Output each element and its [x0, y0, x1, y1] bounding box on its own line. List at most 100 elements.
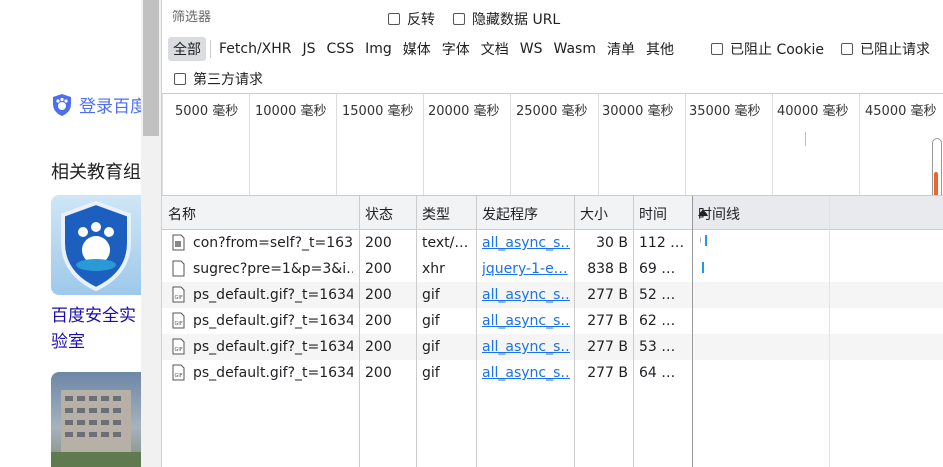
- tick-label: 10000 毫秒: [255, 104, 327, 119]
- checkbox-box[interactable]: [174, 73, 186, 85]
- waterfall-wait: [700, 237, 701, 243]
- table-row[interactable]: GIF ps_default.gif?_t=1634… 200 gif all_…: [162, 334, 943, 360]
- card-title-link[interactable]: 百度安全实验室: [51, 303, 141, 355]
- request-size: 277 B: [587, 365, 628, 381]
- request-initiator-link[interactable]: all_async_s…: [482, 313, 570, 329]
- tick-line: [510, 94, 511, 195]
- checkbox-box[interactable]: [388, 13, 400, 25]
- page-scrollbar-thumb[interactable]: [143, 0, 159, 136]
- type-filter-css[interactable]: CSS: [322, 39, 360, 59]
- request-time: 52 …: [639, 287, 676, 303]
- hide-data-url-checkbox[interactable]: 隐藏数据 URL: [453, 9, 560, 29]
- waterfall-bar: [702, 262, 704, 273]
- request-initiator-link[interactable]: all_async_s…: [482, 287, 570, 303]
- blocked-cookies-checkbox[interactable]: 已阻止 Cookie: [711, 39, 824, 59]
- column-header-size[interactable]: 大小: [574, 196, 633, 230]
- column-divider[interactable]: [574, 196, 575, 467]
- table-row[interactable]: con?from=self?_t=163… 200 text/… all_asy…: [162, 230, 943, 256]
- table-row[interactable]: sugrec?pre=1&p=3&i… 200 xhr jquery-1-e… …: [162, 256, 943, 282]
- request-name: ps_default.gif?_t=1634…: [193, 365, 353, 381]
- sort-ascending-icon[interactable]: [698, 209, 708, 216]
- request-time: 62 …: [639, 313, 676, 329]
- column-header-label: 类型: [422, 207, 450, 223]
- request-table: 名称 状态 类型 发起程序 大小 时间 时间线 con?from=self?_t…: [162, 196, 943, 467]
- table-row[interactable]: GIF ps_default.gif?_t=1634… 200 gif all_…: [162, 360, 943, 386]
- overview-marker: [805, 132, 806, 146]
- page-scrollbar[interactable]: [141, 0, 161, 467]
- column-divider[interactable]: [359, 196, 360, 467]
- third-party-label: 第三方请求: [193, 72, 263, 88]
- type-filter-font[interactable]: 字体: [437, 37, 475, 61]
- type-filter-img[interactable]: Img: [360, 39, 397, 59]
- webpage-panel: 登录百度 相关教育组织 百度安全实验室: [0, 0, 141, 467]
- column-header-label: 发起程序: [482, 207, 538, 223]
- tick-label: 35000 毫秒: [689, 104, 761, 119]
- request-size: 277 B: [587, 287, 628, 303]
- checkbox-box[interactable]: [453, 13, 465, 25]
- request-status: 200: [365, 261, 392, 277]
- column-header-type[interactable]: 类型: [416, 196, 476, 230]
- type-filter-doc[interactable]: 文档: [476, 37, 514, 61]
- column-header-label: 状态: [365, 207, 393, 223]
- type-filter-fetch-xhr[interactable]: Fetch/XHR: [214, 39, 297, 59]
- overview-scrollbar[interactable]: [932, 138, 942, 195]
- tick-label: 20000 毫秒: [428, 104, 500, 119]
- request-time: 112 …: [639, 235, 685, 251]
- request-initiator-link[interactable]: all_async_s…: [482, 235, 570, 251]
- tick-line: [598, 94, 599, 195]
- request-name: ps_default.gif?_t=1634…: [193, 313, 353, 329]
- type-filter-media[interactable]: 媒体: [398, 37, 436, 61]
- building-photo[interactable]: [51, 372, 141, 467]
- type-filter-js[interactable]: JS: [298, 39, 321, 59]
- column-header-name[interactable]: 名称: [162, 196, 359, 230]
- svg-text:GIF: GIF: [175, 295, 183, 301]
- tick-label: 15000 毫秒: [342, 104, 414, 119]
- section-title: 相关教育组织: [51, 162, 141, 183]
- column-divider[interactable]: [692, 196, 693, 467]
- overview-scrollbar-thumb[interactable]: [934, 172, 938, 195]
- hide-data-url-label: 隐藏数据 URL: [472, 12, 561, 28]
- checkbox-box[interactable]: [711, 43, 723, 55]
- shield-icon: [53, 93, 71, 116]
- column-divider[interactable]: [633, 196, 634, 467]
- login-text: 登录百度: [79, 97, 141, 117]
- type-filter-manifest[interactable]: 清单: [602, 37, 640, 61]
- tick-line: [685, 94, 686, 195]
- image-file-icon: GIF: [172, 338, 185, 355]
- request-time: 64 …: [639, 365, 676, 381]
- image-file-icon: GIF: [172, 312, 185, 329]
- tick-label: 30000 毫秒: [602, 104, 674, 119]
- request-name: con?from=self?_t=163…: [193, 235, 353, 251]
- blocked-requests-checkbox[interactable]: 已阻止请求: [841, 39, 930, 59]
- column-header-status[interactable]: 状态: [359, 196, 416, 230]
- checkbox-box[interactable]: [841, 43, 853, 55]
- table-row[interactable]: GIF ps_default.gif?_t=1634… 200 gif all_…: [162, 308, 943, 334]
- type-filter-other[interactable]: 其他: [641, 37, 679, 61]
- filter-input[interactable]: [170, 6, 374, 28]
- type-filter-ws[interactable]: WS: [515, 39, 548, 59]
- request-time: 53 …: [639, 339, 676, 355]
- type-filter-all[interactable]: 全部: [168, 37, 206, 61]
- login-link[interactable]: 登录百度: [51, 92, 141, 117]
- column-header-initiator[interactable]: 发起程序: [476, 196, 574, 230]
- column-header-waterfall[interactable]: 时间线: [692, 196, 943, 230]
- tick-line: [423, 94, 424, 195]
- invert-label: 反转: [407, 12, 435, 28]
- table-row[interactable]: GIF ps_default.gif?_t=1634… 200 gif all_…: [162, 282, 943, 308]
- column-divider[interactable]: [416, 196, 417, 467]
- column-header-time[interactable]: 时间: [633, 196, 692, 230]
- request-time: 69 …: [639, 261, 676, 277]
- request-initiator-link[interactable]: all_async_s…: [482, 339, 570, 355]
- request-type: gif: [422, 313, 440, 329]
- column-divider[interactable]: [476, 196, 477, 467]
- timeline-overview[interactable]: 5000 毫秒 10000 毫秒 15000 毫秒 20000 毫秒 25000…: [162, 93, 943, 196]
- request-initiator-link[interactable]: jquery-1-e…: [482, 261, 570, 277]
- request-type: gif: [422, 339, 440, 355]
- invert-checkbox[interactable]: 反转: [388, 9, 435, 29]
- baidu-security-logo[interactable]: [51, 195, 141, 295]
- image-file-icon: GIF: [172, 286, 185, 303]
- request-initiator-link[interactable]: all_async_s…: [482, 365, 570, 381]
- tick-line: [772, 94, 773, 195]
- type-filter-wasm[interactable]: Wasm: [549, 39, 601, 59]
- third-party-checkbox[interactable]: 第三方请求: [174, 69, 263, 89]
